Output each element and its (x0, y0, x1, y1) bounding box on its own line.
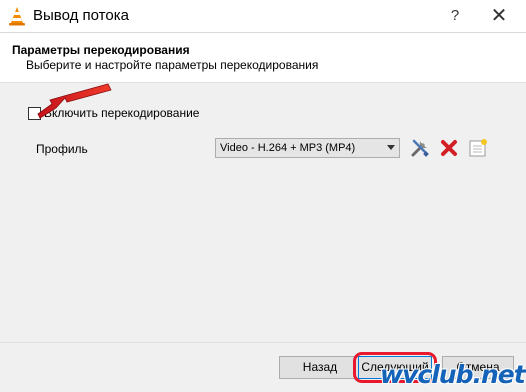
footer-divider (0, 342, 526, 343)
title-bar: Вывод потока ? ✕ (0, 0, 526, 33)
wizard-header: Параметры перекодирования Выберите и нас… (0, 33, 526, 83)
profile-select-value: Video - H.264 + MP3 (MP4) (220, 142, 356, 154)
window-title: Вывод потока (33, 7, 129, 24)
page-subtitle: Выберите и настройте параметры перекодир… (26, 58, 319, 72)
new-profile-icon[interactable] (467, 137, 489, 159)
chevron-down-icon (387, 145, 395, 150)
page-title: Параметры перекодирования (12, 43, 190, 57)
profile-select[interactable]: Video - H.264 + MP3 (MP4) (215, 138, 400, 158)
vlc-cone-icon (9, 7, 25, 26)
help-button[interactable]: ? (432, 0, 478, 32)
annotation-arrow-icon (37, 83, 112, 119)
close-button[interactable]: ✕ (476, 0, 522, 32)
delete-profile-icon[interactable] (438, 137, 460, 159)
profile-label: Профиль (36, 142, 88, 156)
watermark: wvclub.net (380, 360, 526, 389)
edit-profile-icon[interactable] (409, 137, 431, 159)
back-button[interactable]: Назад (279, 356, 361, 379)
